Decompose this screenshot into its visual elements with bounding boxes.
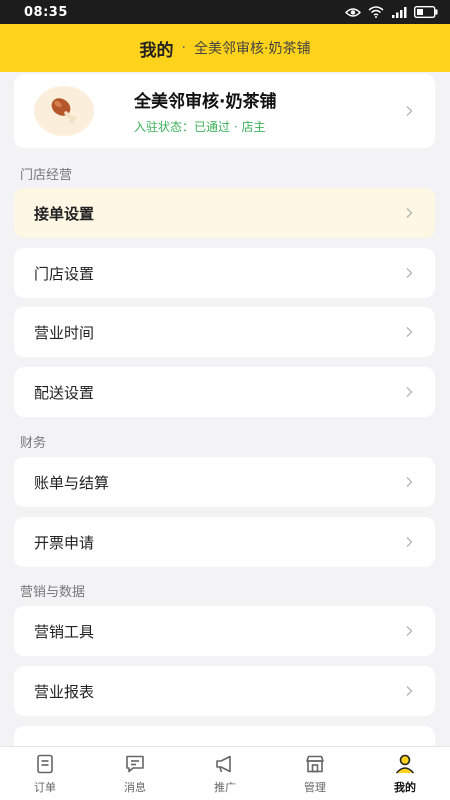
menu-item-business-hours[interactable]: 营业时间 bbox=[14, 307, 435, 357]
menu-item-business-report[interactable]: 营业报表 bbox=[14, 666, 435, 716]
message-icon bbox=[126, 755, 144, 772]
menu-item-order-settings[interactable]: 接单设置 bbox=[14, 188, 435, 238]
store-status: 入驻状态：已通过 · 店主 bbox=[134, 120, 266, 134]
store-icon bbox=[306, 755, 324, 772]
chevron-right-icon bbox=[406, 387, 413, 397]
page-title: 我的 bbox=[139, 40, 174, 61]
tab-orders[interactable]: 订单 bbox=[0, 747, 90, 800]
tab-mine[interactable]: 我的 bbox=[360, 747, 450, 800]
menu-item-label: 门店设置 bbox=[34, 264, 95, 283]
menu-item-label: 账单与结算 bbox=[34, 473, 110, 492]
menu-item-label: 营业报表 bbox=[34, 682, 95, 701]
menu-item-delivery-settings[interactable]: 配送设置 bbox=[14, 367, 435, 417]
menu-item-partial[interactable] bbox=[14, 726, 435, 746]
menu-item-invoice[interactable]: 开票申请 bbox=[14, 517, 435, 567]
chevron-right-icon bbox=[406, 626, 413, 636]
section-label-store: 门店经营 bbox=[20, 168, 73, 183]
chevron-right-icon bbox=[406, 268, 413, 278]
bottom-tab-bar: 订单 消息 推广 管理 我的 bbox=[0, 746, 450, 800]
megaphone-icon bbox=[216, 755, 231, 772]
chevron-right-icon bbox=[406, 208, 413, 218]
eye-icon bbox=[345, 7, 361, 17]
menu-item-label: 营销工具 bbox=[34, 622, 95, 641]
tab-label: 订单 bbox=[34, 780, 56, 794]
profile-info: 全美邻审核·奶茶铺 入驻状态：已通过 · 店主 bbox=[134, 87, 415, 135]
store-name: 全美邻审核·奶茶铺 bbox=[134, 92, 277, 112]
chevron-right-icon bbox=[406, 477, 413, 487]
menu-item-billing[interactable]: 账单与结算 bbox=[14, 457, 435, 507]
tab-messages[interactable]: 消息 bbox=[90, 747, 180, 800]
section-label-marketing: 营销与数据 bbox=[20, 585, 86, 600]
title-separator: · bbox=[181, 40, 186, 56]
tab-label: 管理 bbox=[304, 780, 326, 794]
status-icons bbox=[345, 6, 438, 18]
chevron-right-icon bbox=[406, 106, 413, 116]
status-bar: 08:35 bbox=[0, 0, 450, 24]
menu-item-marketing-tools[interactable]: 营销工具 bbox=[14, 606, 435, 656]
chevron-right-icon bbox=[406, 537, 413, 547]
page-subtitle: 全美邻审核·奶茶铺 bbox=[194, 41, 311, 57]
battery-icon bbox=[414, 6, 438, 18]
tab-label: 推广 bbox=[214, 780, 236, 794]
app-header: 我的 · 全美邻审核·奶茶铺 bbox=[0, 24, 450, 72]
chevron-right-icon bbox=[406, 686, 413, 696]
menu-item-label: 接单设置 bbox=[34, 204, 95, 223]
store-profile-card[interactable]: 全美邻审核·奶茶铺 入驻状态：已通过 · 店主 bbox=[14, 74, 435, 148]
chevron-right-icon bbox=[406, 327, 413, 337]
menu-item-label: 开票申请 bbox=[34, 533, 95, 552]
menu-item-store-settings[interactable]: 门店设置 bbox=[14, 248, 435, 298]
user-icon bbox=[395, 754, 415, 774]
store-avatar bbox=[34, 86, 94, 136]
order-icon bbox=[37, 754, 53, 773]
wifi-icon bbox=[368, 6, 384, 18]
signal-icon bbox=[392, 7, 407, 18]
tab-promotion[interactable]: 推广 bbox=[180, 747, 270, 800]
main-content[interactable]: 全美邻审核·奶茶铺 入驻状态：已通过 · 店主 门店经营 接单设置 门店设置 营… bbox=[0, 72, 450, 746]
tab-label: 我的 bbox=[394, 780, 416, 794]
menu-item-label: 配送设置 bbox=[34, 383, 95, 402]
tab-management[interactable]: 管理 bbox=[270, 747, 360, 800]
section-label-finance: 财务 bbox=[20, 436, 47, 451]
tab-label: 消息 bbox=[124, 780, 146, 794]
drumstick-icon bbox=[51, 98, 77, 124]
status-time: 08:35 bbox=[24, 4, 68, 20]
menu-item-label: 营业时间 bbox=[34, 323, 95, 342]
